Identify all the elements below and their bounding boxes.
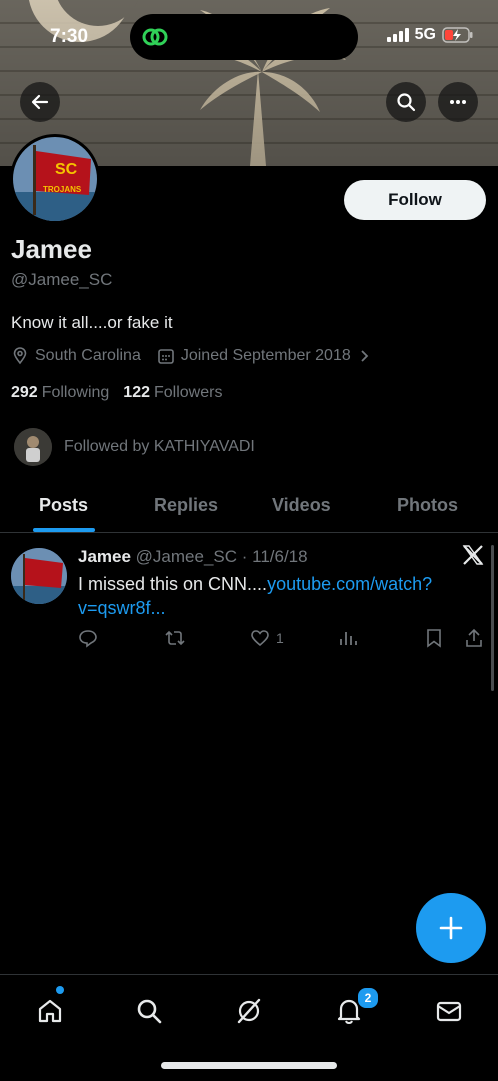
- tab-photos[interactable]: Photos: [397, 495, 458, 516]
- plus-icon: [439, 916, 463, 940]
- followers-link[interactable]: 122 Followers: [123, 384, 222, 402]
- calendar-icon: [158, 349, 174, 364]
- status-time: 7:30: [50, 26, 89, 47]
- home-icon: [38, 999, 62, 1023]
- grok-icon: [237, 998, 261, 1024]
- back-arrow-icon: [31, 94, 49, 110]
- followers-label: Followers: [154, 384, 223, 401]
- tab-replies[interactable]: Replies: [154, 495, 218, 516]
- tweet-author-name: Jamee: [78, 547, 131, 566]
- dynamic-island: [130, 14, 358, 60]
- nav-grok[interactable]: [229, 991, 269, 1031]
- views-button[interactable]: [338, 628, 358, 648]
- share-button[interactable]: [464, 628, 484, 648]
- share-icon: [466, 628, 482, 647]
- followed-by-text: Followed by KATHIYAVADI: [64, 438, 255, 455]
- follower-avatar: [14, 428, 52, 466]
- reply-button[interactable]: [78, 628, 98, 648]
- network-label: 5G: [414, 26, 436, 43]
- tweet-header: Jamee @Jamee_SC · 11/6/18: [78, 547, 308, 567]
- compose-post-button[interactable]: [416, 893, 486, 963]
- avatar-flag-image: [13, 137, 97, 221]
- views-icon: [340, 632, 357, 645]
- profile-meta: South Carolina Joined September 2018: [11, 347, 371, 365]
- location-text: South Carolina: [35, 347, 141, 364]
- more-button[interactable]: [438, 82, 478, 122]
- joined-text: Joined September 2018: [180, 347, 351, 364]
- profile-avatar[interactable]: SC TROJANS: [10, 134, 100, 224]
- search-icon: [397, 93, 416, 112]
- more-icon: [450, 100, 466, 104]
- scrollbar[interactable]: [491, 545, 494, 691]
- tweet-item[interactable]: Jamee @Jamee_SC · 11/6/18 I missed this …: [0, 534, 498, 664]
- signal-icon: [386, 28, 409, 42]
- bookmark-button[interactable]: [424, 628, 444, 648]
- avatar-flag-letters: SC: [55, 161, 78, 178]
- location-pin-icon: [13, 347, 27, 365]
- avatar-flag-text: TROJANS: [43, 185, 82, 194]
- status-indicators: 5G: [386, 26, 474, 44]
- following-link[interactable]: 292 Following: [11, 384, 109, 402]
- nav-messages[interactable]: [429, 991, 469, 1031]
- retweet-button[interactable]: [164, 628, 186, 648]
- following-label: Following: [41, 384, 110, 401]
- explore-icon: [137, 999, 162, 1024]
- retweet-icon: [165, 630, 185, 646]
- link-chain-icon: [142, 28, 168, 46]
- home-indicator: [161, 1062, 337, 1069]
- chevron-right-icon: [361, 350, 369, 362]
- profile-bio: Know it all....or fake it: [11, 313, 173, 332]
- nav-explore[interactable]: [129, 991, 169, 1031]
- like-button[interactable]: 1: [250, 628, 284, 648]
- follow-counts: 292 Following 122 Followers: [11, 384, 222, 402]
- notifications-badge: 2: [356, 986, 380, 1010]
- tab-posts[interactable]: Posts: [39, 495, 88, 516]
- profile-name: Jamee: [11, 234, 92, 264]
- tab-videos[interactable]: Videos: [272, 495, 331, 516]
- home-unread-dot: [56, 986, 64, 994]
- back-button[interactable]: [20, 82, 60, 122]
- like-icon: [251, 630, 269, 647]
- following-count: 292: [11, 384, 38, 401]
- active-tab-indicator: [33, 528, 95, 532]
- follow-button[interactable]: Follow: [344, 180, 486, 220]
- search-button[interactable]: [386, 82, 426, 122]
- profile-tabs: Posts Replies Videos Photos: [0, 484, 498, 533]
- battery-charging-icon: [442, 27, 473, 43]
- like-count: 1: [276, 630, 284, 646]
- x-logo-icon: [462, 545, 484, 565]
- mail-icon: [436, 1001, 462, 1022]
- tweet-avatar[interactable]: [11, 548, 67, 604]
- followed-by-row[interactable]: Followed by KATHIYAVADI: [14, 428, 255, 466]
- tweet-actions: 1: [78, 628, 488, 652]
- reply-icon: [79, 630, 97, 648]
- tweet-body: I missed this on CNN....: [78, 574, 268, 594]
- followers-count: 122: [123, 384, 150, 401]
- location-item: South Carolina: [11, 347, 141, 365]
- tweet-handle-date: @Jamee_SC · 11/6/18: [135, 547, 308, 566]
- profile-handle: @Jamee_SC: [11, 270, 113, 289]
- bookmark-icon: [427, 629, 441, 648]
- joined-item[interactable]: Joined September 2018: [157, 347, 371, 365]
- tweet-text: I missed this on CNN....youtube.com/watc…: [78, 572, 468, 620]
- nav-home[interactable]: [30, 991, 70, 1031]
